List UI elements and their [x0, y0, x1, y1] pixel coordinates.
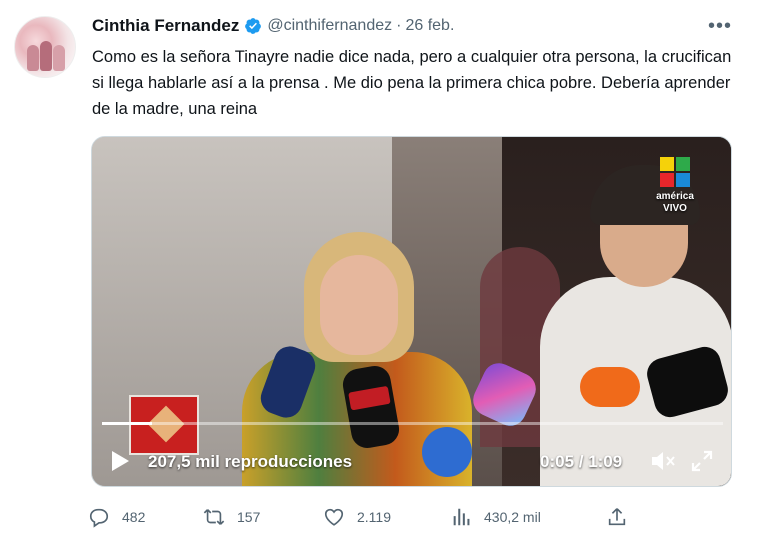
channel-name: américa: [656, 191, 694, 202]
reply-icon: [89, 508, 109, 528]
verified-badge-icon: [245, 18, 262, 34]
tweet-text: Como es la señora Tinayre nadie dice nad…: [92, 48, 732, 118]
views-button[interactable]: 430,2 mil: [450, 506, 541, 528]
channel-live-label: VIVO: [663, 203, 687, 214]
video-frame-person: [320, 255, 398, 355]
share-button[interactable]: [606, 506, 640, 528]
video-controls: 207,5 mil reproducciones 0:05 / 1:09: [92, 437, 731, 486]
microphone-label: [348, 385, 391, 411]
channel-logo-icon: [660, 157, 690, 187]
retweet-count: 157: [237, 509, 261, 525]
tweet: Cinthia Fernandez @cinthifernandez · 26 …: [0, 0, 767, 534]
like-button[interactable]: 2.119: [323, 506, 391, 528]
like-count: 2.119: [357, 509, 391, 525]
video-progress-bar[interactable]: [102, 422, 723, 425]
mute-icon[interactable]: [650, 450, 676, 472]
author-name[interactable]: Cinthia Fernandez: [92, 16, 239, 36]
play-icon[interactable]: [112, 451, 129, 471]
share-icon: [608, 508, 626, 526]
reply-button[interactable]: 482: [88, 506, 145, 528]
avatar-figure: [40, 41, 52, 71]
author-handle[interactable]: @cinthifernandez: [267, 17, 392, 35]
more-options-icon[interactable]: •••: [708, 16, 732, 36]
video-view-count: 207,5 mil reproducciones: [148, 452, 353, 471]
video-progress-fill: [102, 422, 152, 425]
video-time: 0:05 / 1:09: [540, 452, 623, 471]
bar-chart-icon: [453, 508, 470, 526]
avatar-figure: [53, 45, 65, 71]
heart-icon: [324, 508, 344, 526]
avatar[interactable]: [14, 16, 76, 78]
channel-watermark: américa VIVO: [645, 157, 705, 215]
reply-count: 482: [122, 509, 146, 525]
video-player[interactable]: américa VIVO 207,5 mil reproducciones 0:…: [91, 136, 732, 487]
separator-dot: ·: [396, 17, 402, 34]
tweet-actions: 482 157 2.119 430,2 mil: [88, 506, 648, 532]
microphone: [580, 367, 640, 407]
fullscreen-icon[interactable]: [690, 449, 714, 473]
retweet-icon: [203, 509, 225, 525]
tweet-date[interactable]: 26 feb.: [405, 17, 454, 35]
avatar-figure: [27, 45, 39, 71]
tweet-header: Cinthia Fernandez @cinthifernandez · 26 …: [92, 14, 454, 38]
views-count: 430,2 mil: [484, 509, 541, 525]
retweet-button[interactable]: 157: [203, 506, 260, 528]
